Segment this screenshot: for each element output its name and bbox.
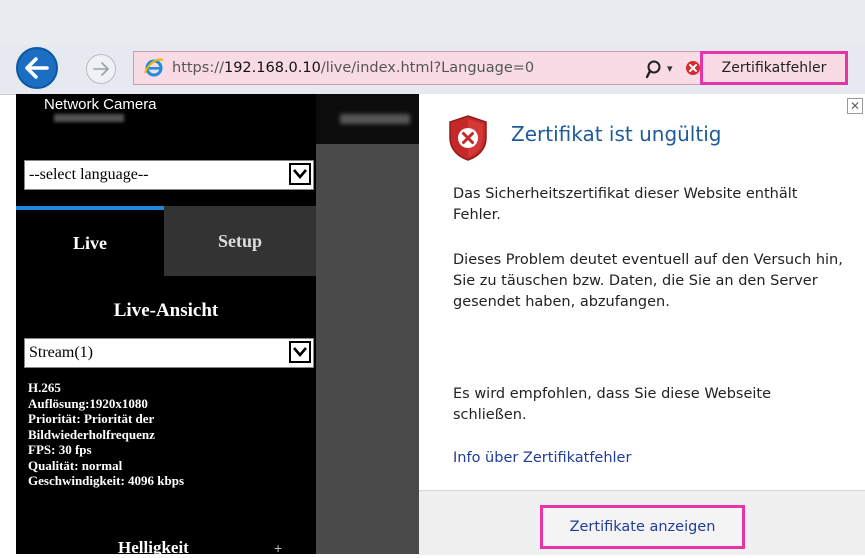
back-button[interactable] (16, 47, 58, 89)
model-name-blurred (340, 114, 410, 124)
stream-fps: FPS: 30 fps (28, 442, 92, 457)
url-text: https://192.168.0.10/live/index.html?Lan… (172, 58, 534, 78)
stream-resolution: Auflösung:1920x1080 (28, 395, 148, 411)
panel-title: Zertifikat ist ungültig (511, 122, 722, 146)
cert-paragraph-2: Dieses Problem deutet eventuell auf den … (453, 252, 843, 310)
stream-bitrate: Geschwindigkeit: 4096 kbps (28, 473, 185, 488)
close-icon[interactable]: ✕ (847, 98, 863, 114)
forward-button[interactable] (86, 54, 116, 84)
url-scheme: https:// (172, 60, 224, 76)
chevron-down-icon[interactable]: ▾ (667, 59, 673, 79)
browser-toolbar: https://192.168.0.10/live/index.html?Lan… (0, 44, 865, 95)
certificate-error-panel: ✕ Zertifikat ist ungültig Das Sicherheit… (419, 94, 865, 555)
model-name-blurred (54, 114, 124, 122)
cert-paragraph-1: Das Sicherheitszertifikat dieser Website… (453, 186, 798, 223)
brightness-label: Helligkeit (118, 538, 189, 557)
chevron-down-icon[interactable] (289, 163, 311, 185)
stream-priority-value: Bildwiederholfrequenz (28, 426, 155, 442)
ie-logo-icon (144, 58, 164, 77)
back-arrow-icon (25, 57, 49, 79)
language-select-value: --select language-- (29, 166, 149, 183)
search-icon[interactable] (646, 59, 664, 79)
address-bar[interactable]: https://192.168.0.10/live/index.html?Lan… (133, 51, 702, 85)
panel-footer: Zertifikate anzeigen (419, 490, 865, 555)
cert-paragraph-3: Es wird empfohlen, dass Sie diese Websei… (453, 386, 772, 423)
stream-info: H.265 Auflösung:1920x1080 Priorität: Pri… (28, 380, 184, 489)
camera-title: Network Camera (44, 96, 157, 113)
forward-arrow-icon (93, 62, 109, 76)
video-area (316, 144, 419, 554)
stream-select-value: Stream(1) (29, 344, 93, 361)
url-path: /live/index.html?Language=0 (320, 60, 535, 76)
chevron-down-icon[interactable] (289, 341, 311, 363)
stream-quality: Qualität: normal (28, 457, 123, 473)
shield-error-icon (449, 115, 487, 161)
tab-live[interactable]: Live (16, 206, 164, 276)
certificate-error-icon[interactable] (685, 60, 701, 76)
stream-codec: H.265 (28, 380, 61, 395)
camera-sidebar: Network Camera --select language-- Live … (16, 94, 316, 557)
view-certificates-button[interactable]: Zertifikate anzeigen (540, 505, 745, 549)
live-view-heading: Live-Ansicht (113, 300, 219, 321)
top-background (0, 0, 865, 44)
cert-info-link[interactable]: Info über Zertifikatfehler (453, 450, 631, 466)
language-select[interactable]: --select language-- (24, 160, 314, 190)
tab-setup[interactable]: Setup (164, 206, 316, 276)
stream-select[interactable]: Stream(1) (24, 338, 314, 368)
stream-priority: Priorität: Priorität der (28, 411, 155, 426)
url-domain: 192.168.0.10 (223, 60, 321, 76)
certificate-error-button[interactable]: Zertifikatfehler (700, 51, 848, 85)
